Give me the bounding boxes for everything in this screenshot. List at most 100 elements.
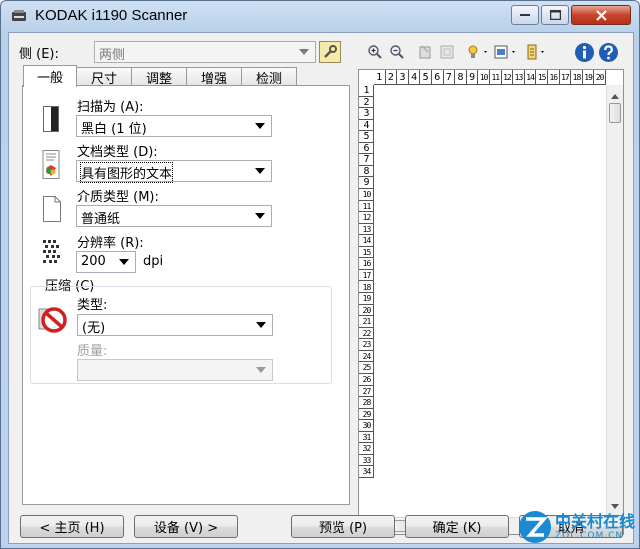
scan-as-select[interactable]: 黑白 (1 位) [76,115,272,137]
document-type-select[interactable]: 具有图形的文本 [76,160,272,183]
ruler-h-tick: 17 [560,70,572,84]
chevron-down-icon [255,123,265,129]
tab-general[interactable]: 一般 [23,65,77,87]
layout-menu-button[interactable] [493,42,519,62]
zoom-in-button[interactable] [365,42,385,62]
chevron-down-icon [256,367,266,373]
help-button[interactable] [597,41,619,63]
watermark-brand: 中关村在线 [554,511,635,531]
paper-icon [43,196,61,226]
resolution-label: 分辨率 (R): [77,236,144,251]
tab-adjust[interactable]: 调整 [131,67,187,87]
ruler-v-tick: 24 [359,351,373,363]
close-button[interactable] [571,5,631,25]
compression-quality-label: 质量: [77,344,108,359]
preview-button[interactable]: 预览 (P) [291,515,395,538]
ruler-v-tick: 27 [359,386,373,398]
ruler-v-tick: 33 [359,455,373,467]
resolution-unit: dpi [143,254,164,269]
ruler-v-tick: 15 [359,247,373,259]
vertical-scrollbar[interactable] [606,85,623,517]
ruler-v-tick: 23 [359,339,373,351]
ruler-h-tick: 9 [467,70,479,84]
ruler-h-tick: 1 [374,70,386,84]
ruler-v-tick: 34 [359,466,373,478]
ruler-v-tick: 5 [359,131,373,143]
document-type-icon [40,150,62,184]
scan-as-label: 扫描为 (A): [77,100,144,115]
zol-logo [518,511,551,543]
ruler-v-tick: 32 [359,443,373,455]
ruler-v-tick: 31 [359,432,373,444]
ruler-h-tick: 14 [525,70,537,84]
page-menu-button[interactable] [525,42,549,62]
ruler-v-tick: 19 [359,293,373,305]
zol-watermark: 中关村在线 ZOL.COM.CN [518,510,635,544]
chevron-down-icon [256,322,266,328]
ruler-h-tick: 2 [386,70,398,84]
wrench-icon [324,45,337,58]
side-select[interactable]: 两侧 [94,41,316,63]
media-type-select[interactable]: 普通纸 [76,205,272,227]
ruler-v-tick: 21 [359,316,373,328]
side-label: 侧 (E): [19,47,59,62]
home-button[interactable]: < 主页 (H) [20,515,124,538]
ruler-h-tick: 16 [548,70,560,84]
fit-page-button[interactable] [437,42,457,62]
page-icon [527,44,544,60]
ruler-h-tick: 18 [571,70,583,84]
ruler-h-tick: 8 [455,70,467,84]
ruler-h-tick: 11 [490,70,502,84]
minimize-button[interactable] [511,5,539,25]
no-compression-icon [37,303,67,337]
tab-enhance[interactable]: 增强 [186,67,242,87]
compression-type-select[interactable]: (无) [77,314,273,336]
lightbulb-icon [468,45,487,58]
side-value: 两侧 [99,48,126,63]
zoom-out-button[interactable] [387,42,407,62]
info-button[interactable] [573,41,595,63]
document-type-value: 具有图形的文本 [79,162,174,183]
scanner-window: KODAK i1190 Scanner 侧 (E): 两侧 一般 尺寸 调整 增… [0,0,640,549]
resolution-select[interactable]: 200 [76,251,136,273]
scanner-icon [11,9,27,23]
tab-detect[interactable]: 检测 [241,67,297,87]
ruler-v-tick: 22 [359,328,373,340]
ruler-h-tick: 4 [409,70,421,84]
ok-button[interactable]: 确定 (K) [405,515,509,538]
compression-groupbox: 类型: (无) 质量: [30,286,332,384]
title-bar: KODAK i1190 Scanner [1,1,639,31]
dialog-client: 侧 (E): 两侧 一般 尺寸 调整 增强 检测 扫描为 (A): 黑白 (1 … [8,32,634,544]
maximize-button[interactable] [541,5,569,25]
ruler-v-tick: 30 [359,420,373,432]
help-icon [598,42,618,62]
ruler-h-tick: 10 [478,70,490,84]
ruler-v-tick: 29 [359,409,373,421]
ruler-v-tick: 6 [359,143,373,155]
chevron-down-icon [119,259,129,265]
scroll-up-icon[interactable] [611,88,619,103]
ruler-v-tick: 1 [359,85,373,97]
compression-type-label: 类型: [77,298,108,313]
document-type-label: 文档类型 (D): [77,145,158,160]
lamp-menu-button[interactable] [465,42,491,62]
ruler-h-tick: 5 [420,70,432,84]
zoom-in-icon [368,45,382,59]
tab-size[interactable]: 尺寸 [76,67,132,87]
vertical-scroll-thumb[interactable] [609,103,621,123]
chevron-down-icon [255,168,265,174]
device-button[interactable]: 设备 (V) > [134,515,238,538]
ruler-h-tick: 12 [502,70,514,84]
ruler-v-tick: 3 [359,108,373,120]
ruler-v-tick: 11 [359,201,373,213]
ruler-v-tick: 8 [359,166,373,178]
preview-pane: 1 2 3 4 5 6 7 8 9 10 11 12 13 14 15 16 17 18 19 20 12345678… [358,69,624,535]
settings-shortcut-button[interactable] [319,41,341,63]
rotate-button[interactable] [415,42,435,62]
ruler-h-tick: 6 [432,70,444,84]
info-icon [574,42,594,62]
vertical-ruler: 1 2 3 4 5 6 7 8 9 10 11 12 13 14 15 16 17 18 19 20 21 22 23 24 2… [359,85,374,478]
ruler-v-tick: 28 [359,397,373,409]
ruler-h-tick: 13 [513,70,525,84]
ruler-h-tick: 7 [444,70,456,84]
